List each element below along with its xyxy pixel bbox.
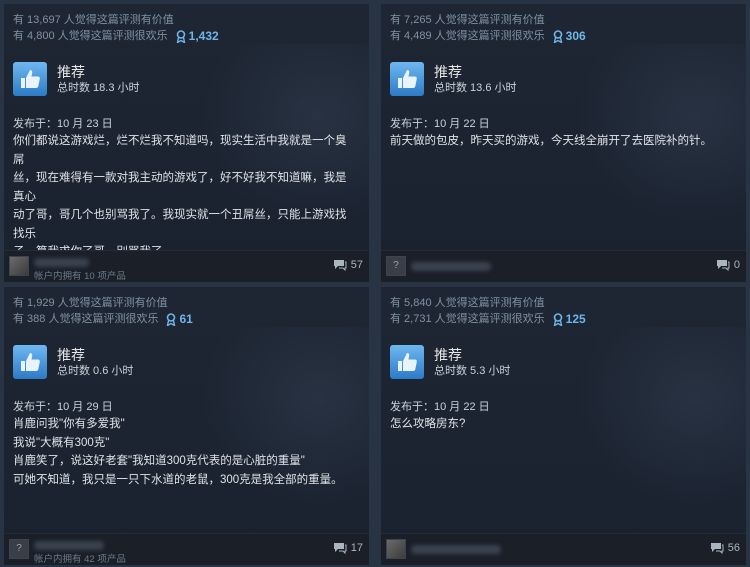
comments-button[interactable]: 17 xyxy=(333,542,363,554)
award-button[interactable]: 125 xyxy=(553,311,586,327)
comment-bubble-icon xyxy=(710,543,724,554)
funny-count: 有 4,489 人觉得这篇评测很欢乐 xyxy=(390,30,545,42)
funny-count: 有 4,800 人觉得这篇评测很欢乐 xyxy=(13,30,168,42)
award-count: 61 xyxy=(179,312,193,326)
recommendation-label: 推荐 xyxy=(57,63,85,80)
thumbs-up-icon xyxy=(390,62,424,96)
review-footer: 帐户内拥有 10 项产品 57 xyxy=(4,250,369,282)
avatar[interactable]: ? xyxy=(386,256,406,276)
comment-count: 56 xyxy=(727,542,740,554)
helpful-count: 有 13,697 人觉得这篇评测有价值 xyxy=(13,14,174,26)
award-count: 306 xyxy=(565,29,586,43)
helpful-count: 有 5,840 人觉得这篇评测有价值 xyxy=(390,297,545,309)
comments-button[interactable]: 57 xyxy=(333,259,363,271)
hours-played: 总时数 18.3 小时 xyxy=(57,81,140,94)
thumbs-up-icon xyxy=(13,62,47,96)
review-text: 怎么攻略房东? xyxy=(390,418,466,430)
review-footer: ? 帐户内拥有 42 项产品 17 xyxy=(4,533,369,565)
review-text: 前天做的包皮，昨天买的游戏，今天线全崩开了去医院补的针。 xyxy=(390,135,712,147)
funny-count: 有 388 人觉得这篇评测很欢乐 xyxy=(13,313,159,325)
review-card: 有 7,265 人觉得这篇评测有价值 有 4,489 人觉得这篇评测很欢乐 30… xyxy=(381,4,746,282)
username-blurred[interactable] xyxy=(411,262,491,271)
comment-bubble-icon xyxy=(333,260,347,271)
review-card: 有 13,697 人觉得这篇评测有价值 有 4,800 人觉得这篇评测很欢乐 1… xyxy=(4,4,369,282)
comment-count: 0 xyxy=(733,259,740,271)
avatar[interactable] xyxy=(9,256,29,276)
comments-button[interactable]: 0 xyxy=(716,259,740,271)
products-owned: 帐户内拥有 10 项产品 xyxy=(34,271,126,282)
award-ribbon-icon xyxy=(553,312,562,326)
award-ribbon-icon xyxy=(553,29,562,43)
helpful-count: 有 1,929 人觉得这篇评测有价值 xyxy=(13,297,168,309)
award-button[interactable]: 306 xyxy=(553,28,586,44)
helpful-count: 有 7,265 人觉得这篇评测有价值 xyxy=(390,14,545,26)
comment-bubble-icon xyxy=(333,543,347,554)
username-blurred[interactable] xyxy=(411,545,501,554)
award-button[interactable]: 1,432 xyxy=(176,28,219,44)
thumbs-up-icon xyxy=(13,345,47,379)
funny-count: 有 2,731 人觉得这篇评测很欢乐 xyxy=(390,313,545,325)
recommendation-header[interactable]: 推荐 总时数 18.3 小时 xyxy=(13,62,140,96)
username-blurred[interactable] xyxy=(34,541,104,550)
hours-played: 总时数 13.6 小时 xyxy=(434,81,517,94)
avatar[interactable] xyxy=(386,539,406,559)
review-card: 有 1,929 人觉得这篇评测有价值 有 388 人觉得这篇评测很欢乐 61 推… xyxy=(4,287,369,565)
posted-date: 发布于：10 月 22 日 xyxy=(390,401,490,413)
comment-bubble-icon xyxy=(716,260,730,271)
comment-count: 17 xyxy=(350,542,363,554)
comment-count: 57 xyxy=(350,259,363,271)
hours-played: 总时数 0.6 小时 xyxy=(57,364,134,377)
recommendation-label: 推荐 xyxy=(434,63,462,80)
recommendation-header[interactable]: 推荐 总时数 0.6 小时 xyxy=(13,345,133,379)
posted-date: 发布于：10 月 23 日 xyxy=(13,118,113,130)
award-button[interactable]: 61 xyxy=(166,311,193,327)
products-owned: 帐户内拥有 42 项产品 xyxy=(34,554,126,565)
recommendation-header[interactable]: 推荐 总时数 5.3 小时 xyxy=(390,345,510,379)
hours-played: 总时数 5.3 小时 xyxy=(434,364,511,377)
review-footer: ? 0 xyxy=(381,250,746,282)
review-text: 你们都说这游戏烂，烂不烂我不知道吗，现实生活中我就是一个臭屌 丝，现在难得有一款… xyxy=(13,135,347,258)
posted-date: 发布于：10 月 22 日 xyxy=(390,118,490,130)
thumbs-up-icon xyxy=(390,345,424,379)
avatar[interactable]: ? xyxy=(9,539,29,559)
username-blurred[interactable] xyxy=(34,258,89,267)
award-ribbon-icon xyxy=(176,29,185,43)
recommendation-label: 推荐 xyxy=(434,346,462,363)
recommendation-label: 推荐 xyxy=(57,346,85,363)
review-card: 有 5,840 人觉得这篇评测有价值 有 2,731 人觉得这篇评测很欢乐 12… xyxy=(381,287,746,565)
award-count: 1,432 xyxy=(188,29,219,43)
award-ribbon-icon xyxy=(167,312,176,326)
posted-date: 发布于：10 月 29 日 xyxy=(13,401,113,413)
review-footer: 56 xyxy=(381,533,746,565)
review-text: 肖鹿问我"你有多爱我" 我说"大概有300克" 肖鹿笑了，说这好老套"我知道30… xyxy=(13,418,343,486)
award-count: 125 xyxy=(565,312,586,326)
comments-button[interactable]: 56 xyxy=(710,542,740,554)
recommendation-header[interactable]: 推荐 总时数 13.6 小时 xyxy=(390,62,517,96)
